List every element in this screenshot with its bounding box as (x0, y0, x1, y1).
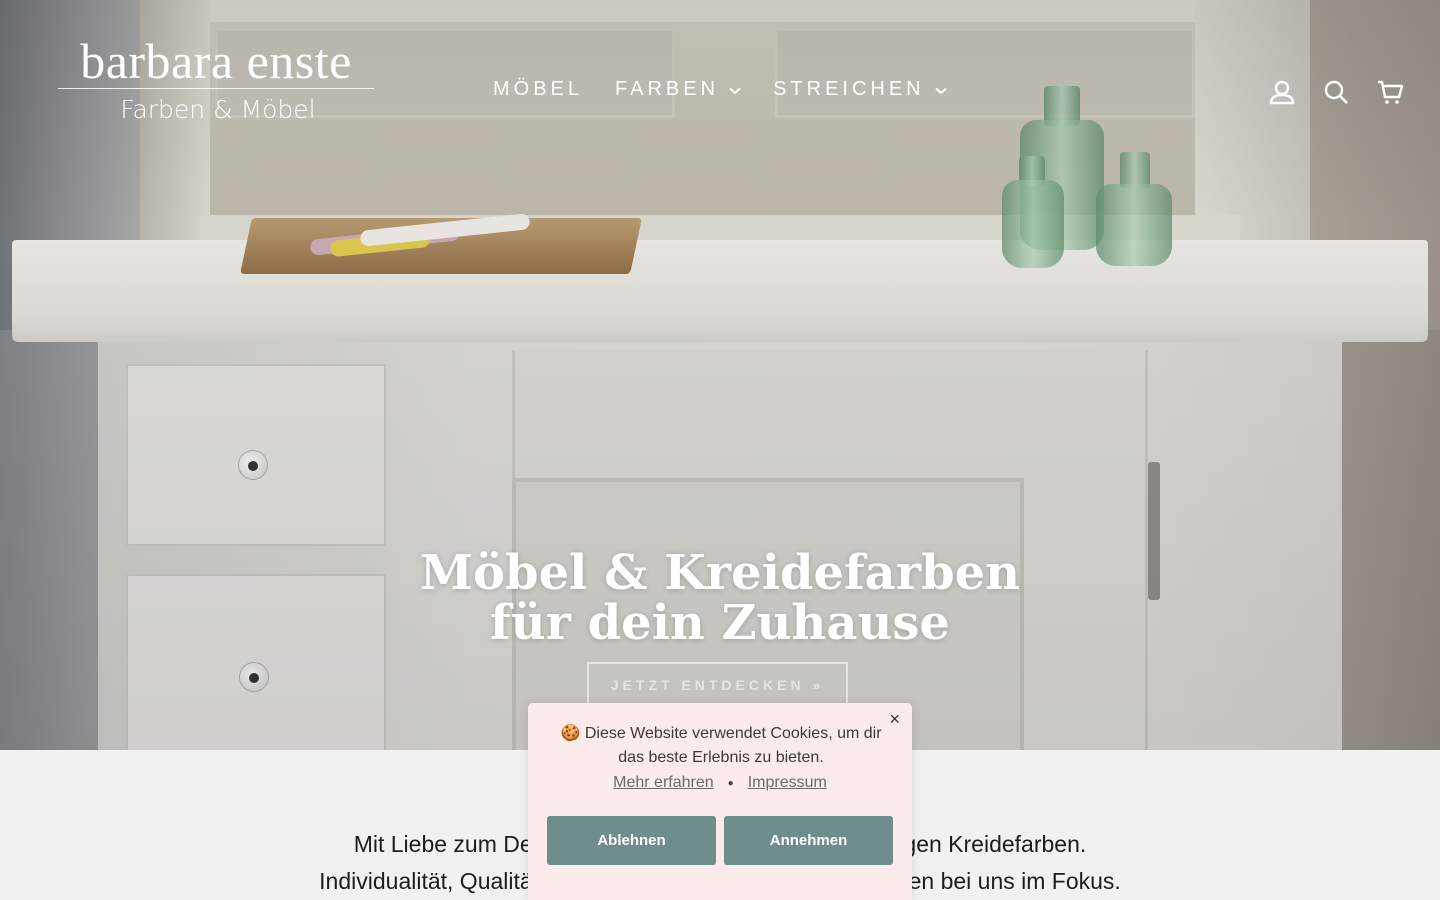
main-nav: MÖBEL FARBEN STREICHEN (493, 78, 947, 101)
hero-title-line2: für dein Zuhause (490, 595, 950, 651)
site-logo[interactable]: barbara enste Farben & Möbel (58, 34, 374, 124)
hero-title-line1: Möbel & Kreidefarben (419, 545, 1021, 601)
cookie-buttons: Ablehnen Annehmen (547, 816, 893, 865)
imprint-link[interactable]: Impressum (748, 774, 827, 792)
cookie-message-text: Diese Website verwendet Cookies, um dir … (584, 725, 882, 766)
cookie-icon: 🍪 (560, 725, 581, 742)
cookie-links: Mehr erfahren ● Impressum (528, 774, 912, 792)
logo-tagline: Farben & Möbel (120, 95, 316, 124)
cart-icon[interactable] (1376, 78, 1404, 106)
learn-more-link[interactable]: Mehr erfahren (613, 774, 714, 792)
decline-button[interactable]: Ablehnen (547, 816, 716, 865)
header-icons (1268, 78, 1404, 106)
nav-item-farben[interactable]: FARBEN (615, 78, 741, 101)
account-icon[interactable] (1268, 78, 1296, 106)
chevron-down-icon (729, 87, 741, 94)
chevron-down-icon (934, 87, 947, 94)
discover-button[interactable]: JETZT ENTDECKEN » (587, 662, 848, 708)
nav-item-label: FARBEN (615, 78, 720, 100)
nav-item-label: MÖBEL (493, 78, 584, 100)
hero-title: Möbel & Kreidefarben für dein Zuhause (320, 548, 1120, 648)
logo-name: barbara enste (58, 34, 374, 89)
accept-button[interactable]: Annehmen (724, 816, 893, 865)
nav-item-label: STREICHEN (773, 78, 925, 100)
nav-item-streichen[interactable]: STREICHEN (773, 78, 947, 101)
nav-item-moebel[interactable]: MÖBEL (493, 78, 583, 101)
separator-dot: ● (727, 777, 734, 789)
search-icon[interactable] (1322, 78, 1350, 106)
cookie-banner: × 🍪 Diese Website verwendet Cookies, um … (528, 703, 912, 900)
cookie-message: 🍪 Diese Website verwendet Cookies, um di… (546, 722, 896, 770)
